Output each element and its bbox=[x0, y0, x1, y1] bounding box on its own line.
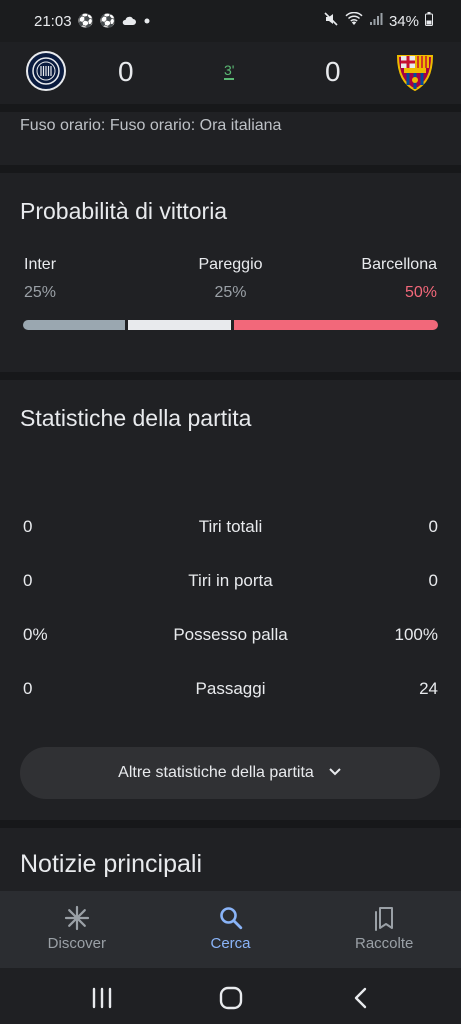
dot-icon bbox=[142, 13, 152, 30]
status-bar: 21:03 ⚽ ⚽ 34% bbox=[0, 0, 461, 42]
battery-level: 34% bbox=[388, 12, 419, 30]
nav-search-label: Cerca bbox=[210, 935, 251, 952]
nav-collections[interactable]: Raccolte bbox=[307, 891, 461, 968]
stat-row: 0 Passaggi 24 bbox=[0, 679, 461, 703]
match-minute[interactable]: 3' bbox=[224, 62, 235, 80]
search-icon bbox=[218, 904, 244, 932]
stat-away-value: 0 bbox=[428, 571, 438, 590]
prob-value-away: 50% bbox=[404, 284, 437, 301]
prob-value-draw: 25% bbox=[214, 284, 247, 301]
signal-icon bbox=[369, 12, 383, 30]
timezone-info: Fuso orario: Fuso orario: Ora italiana bbox=[20, 117, 282, 134]
stat-away-value: 0 bbox=[428, 517, 438, 536]
home-score: 0 bbox=[118, 56, 134, 87]
stat-row: 0% Possesso palla 100% bbox=[0, 625, 461, 649]
barcelona-logo bbox=[396, 50, 434, 92]
cloud-icon bbox=[122, 13, 136, 30]
inter-logo bbox=[26, 51, 66, 91]
status-time: 21:03 bbox=[34, 12, 72, 30]
score-header[interactable]: 0 3' 0 bbox=[0, 42, 461, 104]
asterisk-icon bbox=[64, 904, 90, 932]
nav-discover[interactable]: Discover bbox=[0, 891, 154, 968]
back-icon[interactable] bbox=[341, 978, 381, 1018]
stat-away-value: 100% bbox=[394, 625, 438, 644]
system-nav bbox=[0, 968, 461, 1024]
stat-label: Tiri totali bbox=[198, 517, 263, 536]
divider bbox=[0, 372, 461, 380]
stat-label: Passaggi bbox=[195, 679, 266, 698]
battery-icon bbox=[425, 12, 433, 30]
prob-bar-home bbox=[23, 320, 126, 330]
nav-collections-label: Raccolte bbox=[355, 935, 414, 952]
away-score: 0 bbox=[325, 56, 341, 87]
divider bbox=[0, 820, 461, 828]
probability-title: Probabilità di vittoria bbox=[20, 198, 228, 224]
chevron-down-icon bbox=[328, 764, 342, 782]
stat-away-value: 24 bbox=[419, 679, 438, 698]
collections-icon bbox=[372, 904, 396, 932]
more-stats-button[interactable]: Altre statistiche della partita bbox=[20, 747, 440, 799]
stats-title: Statistiche della partita bbox=[20, 405, 252, 431]
stat-row: 0 Tiri in porta 0 bbox=[0, 571, 461, 595]
prob-bar-draw bbox=[128, 320, 231, 330]
stat-label: Possesso palla bbox=[173, 625, 288, 644]
wifi-icon bbox=[345, 11, 363, 30]
more-stats-label: Altre statistiche della partita bbox=[118, 764, 314, 781]
recents-icon[interactable] bbox=[82, 978, 122, 1018]
prob-bar-away bbox=[233, 320, 438, 330]
mute-icon bbox=[323, 11, 339, 31]
home-icon[interactable] bbox=[211, 978, 251, 1018]
bottom-nav: Discover Cerca Raccolte bbox=[0, 891, 461, 968]
stat-row: 0 Tiri totali 0 bbox=[0, 517, 461, 541]
prob-label-away: Barcellona bbox=[361, 256, 437, 273]
soccer-ball-icon: ⚽ bbox=[77, 13, 94, 28]
nav-search[interactable]: Cerca bbox=[154, 891, 308, 968]
stat-label: Tiri in porta bbox=[188, 571, 273, 590]
divider bbox=[0, 165, 461, 173]
nav-discover-label: Discover bbox=[47, 935, 107, 952]
divider bbox=[0, 104, 461, 112]
soccer-ball-icon: ⚽ bbox=[99, 13, 116, 28]
news-title: Notizie principali bbox=[20, 850, 203, 878]
